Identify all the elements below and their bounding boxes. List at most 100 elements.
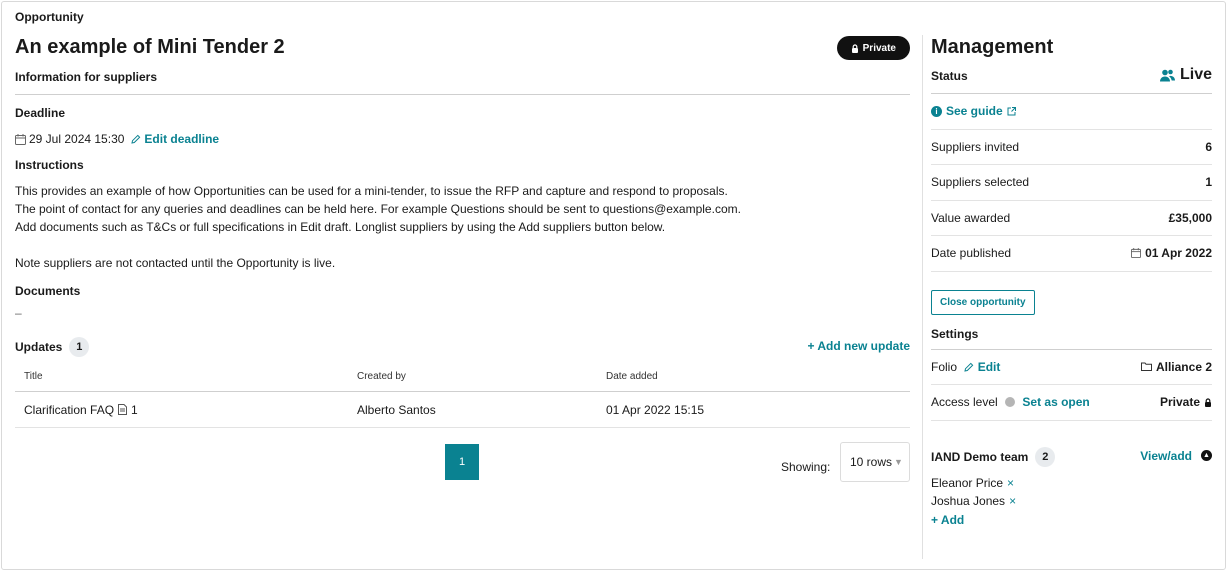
team-member-name: Joshua Jones [931,493,1006,508]
calendar-icon [15,133,26,145]
see-guide-link[interactable]: i See guide [931,104,1016,118]
chevron-down-icon: ▼ [894,457,903,467]
updates-table: Title Created by Date added Clarificatio… [15,362,910,428]
lock-icon [1205,398,1211,407]
close-opportunity-button[interactable]: Close opportunity [931,289,1035,315]
suppliers-invited-label: Suppliers invited [931,139,1020,154]
edit-deadline-link[interactable]: Edit deadline [144,132,219,146]
column-header-created-by[interactable]: Created by [357,371,606,382]
pencil-icon[interactable] [130,134,141,145]
folio-row: Folio Edit Alliance 2 [931,350,1212,385]
showing-label: Showing: [781,460,831,474]
instruction-line: Note suppliers are not contacted until t… [15,256,336,270]
suppliers-selected-row: Suppliers selected 1 [931,165,1212,201]
private-badge: Private [836,36,910,60]
team-member: Eleanor Price × [931,475,1212,490]
access-level-value: Private [1160,395,1212,409]
pagination: 1 Showing: 10 rows ▼ [15,442,910,502]
folder-icon [1140,362,1152,372]
team-member: Joshua Jones × [931,493,1212,508]
page-button-current[interactable]: 1 [445,444,479,480]
info-heading: Information for suppliers [15,70,910,95]
status-value: Live [1159,66,1212,84]
updates-label: Updates [15,340,63,354]
column-header-date-added[interactable]: Date added [606,371,906,382]
suppliers-invited-value: 6 [1205,139,1212,154]
settings-label: Settings [931,328,1212,350]
update-title[interactable]: Clarification FAQ [24,403,114,417]
folio-cell: Folio Edit [931,360,1000,374]
team-count-badge: 2 [1035,446,1056,467]
team-member-name: Eleanor Price [931,475,1004,490]
date-published-text: 01 Apr 2022 [1145,246,1212,261]
pencil-icon[interactable] [963,362,974,373]
instruction-line: The point of contact for any queries and… [15,202,741,216]
access-level-value-text: Private [1159,395,1200,410]
documents-label: Documents [15,284,81,298]
add-member-link[interactable]: + Add [931,513,1212,527]
date-published-value: 01 Apr 2022 [1131,246,1212,260]
instruction-line: This provides an example of how Opportun… [15,184,728,198]
deadline-value: 29 Jul 2024 15:30 [29,132,125,146]
deadline-label: Deadline [15,106,66,120]
column-divider [922,35,923,559]
updates-header: Updates 1 + Add new update [15,336,910,358]
remove-member-icon[interactable]: × [1009,494,1016,508]
instruction-line [15,236,910,254]
page-title: An example of Mini Tender 2 [15,36,285,58]
updates-count-badge: 1 [69,337,90,357]
date-published-row: Date published 01 Apr 2022 [931,236,1212,272]
folio-label: Folio [931,359,958,374]
team-name: IAND Demo team [931,449,1029,464]
table-row[interactable]: Clarification FAQ 1 Alberto Santos 01 Ap… [15,392,910,428]
calendar-icon [1131,248,1142,259]
table-header: Title Created by Date added [15,362,910,392]
chevron-up-icon[interactable]: ▲ [1201,450,1212,461]
help-icon[interactable] [1005,397,1016,408]
set-as-open-link[interactable]: Set as open [1022,395,1089,409]
deadline-row: 29 Jul 2024 15:30 Edit deadline [15,132,910,146]
documents-empty: – [15,306,22,320]
add-new-update-link[interactable]: + Add new update [807,339,910,353]
instructions-text: This provides an example of how Opportun… [15,182,910,272]
suppliers-selected-label: Suppliers selected [931,175,1030,190]
update-created-by: Alberto Santos [357,402,436,417]
suppliers-selected-value: 1 [1205,175,1212,190]
management-title: Management [931,36,1054,58]
update-date-added: 01 Apr 2022 15:15 [606,402,705,417]
users-icon [1159,69,1175,81]
see-guide-row: i See guide [931,94,1212,130]
lock-icon [851,43,858,53]
document-icon [118,404,128,415]
external-link-icon [1007,106,1016,116]
attachment-count: 1 [131,402,138,417]
team-header: IAND Demo team 2 View/add ▲ [931,446,1212,467]
rows-per-page-value: 10 rows [850,455,893,469]
view-add-link[interactable]: View/add [1140,449,1192,463]
access-level-label: Access level [931,395,998,410]
rows-per-page-select[interactable]: 10 rows ▼ [840,442,910,482]
management-panel: Management Status Live i See guide Suppl… [931,35,1212,527]
opportunity-details: Opportunity An example of Mini Tender 2 … [15,10,910,502]
access-level-cell: Access level Set as open [931,395,1090,409]
instructions-label: Instructions [15,158,84,172]
remove-member-icon[interactable]: × [1007,476,1014,490]
breadcrumb[interactable]: Opportunity [15,10,910,26]
value-awarded-label: Value awarded [931,210,1011,225]
status-label: Status [931,69,968,83]
folio-value: Alliance 2 [1140,359,1212,374]
instruction-line: Add documents such as T&Cs or full speci… [15,220,666,234]
info-icon: i [931,105,942,117]
folio-value-text: Alliance 2 [1155,359,1212,374]
update-title-cell: Clarification FAQ 1 [15,403,357,417]
folio-edit-link[interactable]: Edit [978,360,1001,374]
team-actions: View/add ▲ [1140,449,1212,463]
value-awarded-row: Value awarded £35,000 [931,201,1212,236]
see-guide-label: See guide [946,104,1003,119]
value-awarded-value: £35,000 [1168,210,1212,225]
title-row: An example of Mini Tender 2 Private [15,34,910,70]
access-level-row: Access level Set as open Private [931,385,1212,421]
column-header-title[interactable]: Title [15,371,357,382]
status-row: Status Live [931,59,1212,94]
date-published-label: Date published [931,246,1012,261]
